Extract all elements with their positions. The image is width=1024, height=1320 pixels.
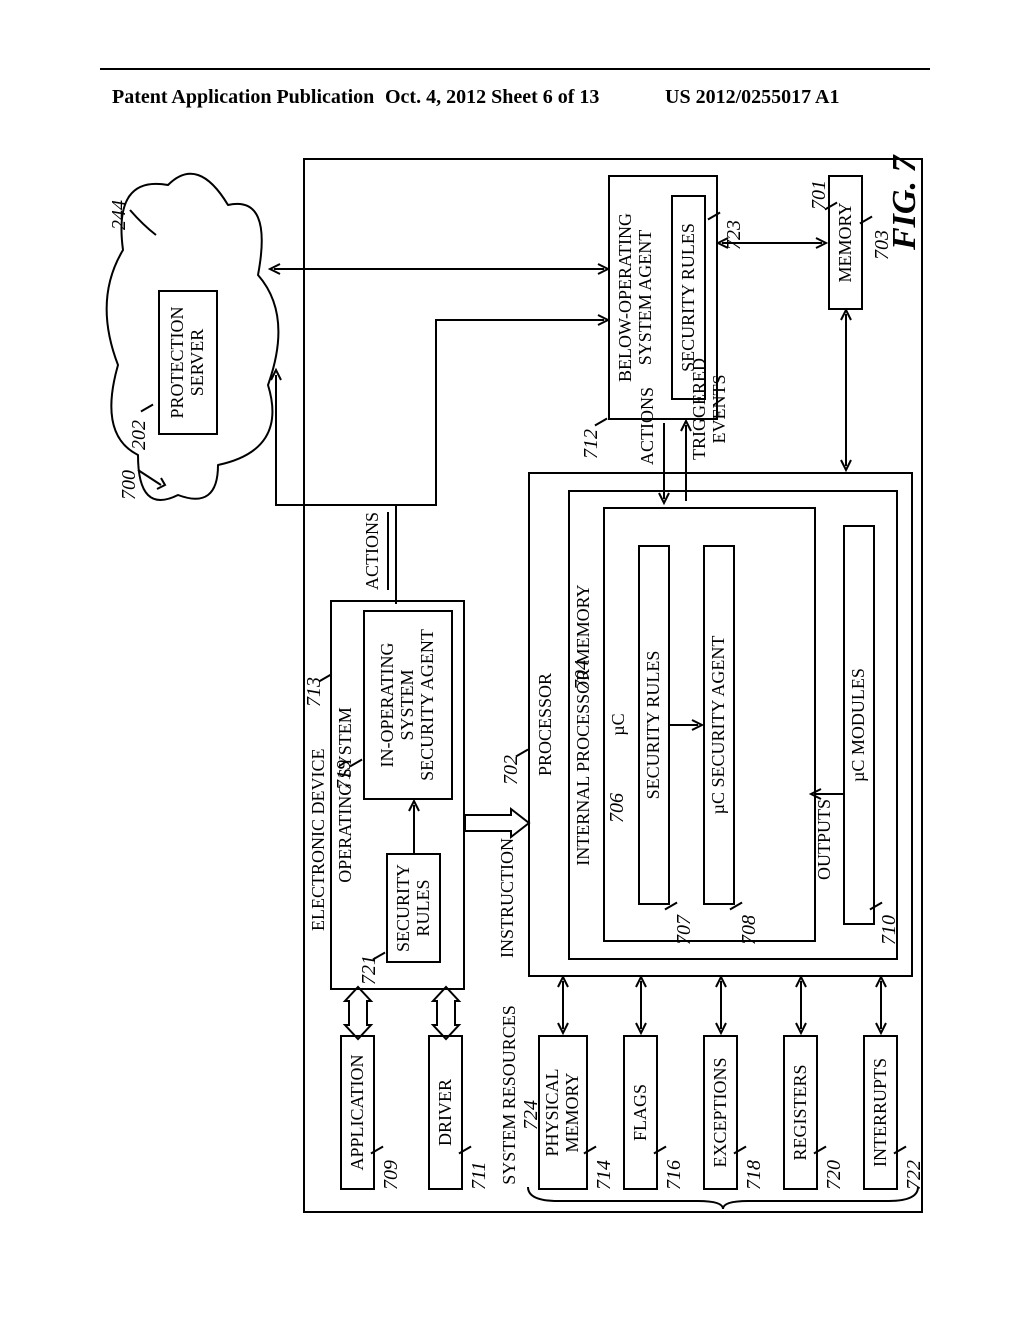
dar-714 xyxy=(557,975,569,1035)
uc-security-agent-box: µC SECURITY AGENT xyxy=(703,545,735,905)
operating-system-label: OPERATING SYSTEM xyxy=(336,707,356,883)
diagram-stage: PROTECTION SERVER 202 244 700 ELECTRONIC… xyxy=(108,155,928,1215)
ref-702: 702 xyxy=(500,755,523,785)
ref-202: 202 xyxy=(128,420,151,450)
uc-label: µC xyxy=(609,713,629,735)
ref-718: 718 xyxy=(743,1160,766,1190)
flags-label: FLAGS xyxy=(631,1084,651,1141)
processor-label: PROCESSOR xyxy=(536,673,556,776)
diagram-inner: PROTECTION SERVER 202 244 700 ELECTRONIC… xyxy=(108,155,928,1215)
ref-722: 722 xyxy=(903,1160,926,1190)
actions-below-label: ACTIONS xyxy=(638,387,658,465)
uc-security-agent-label: µC SECURITY AGENT xyxy=(709,636,729,815)
dar-716 xyxy=(635,975,647,1035)
instruction-label: INSTRUCTION xyxy=(498,838,518,958)
application-label: APPLICATION xyxy=(348,1055,368,1171)
ref-709: 709 xyxy=(380,1160,403,1190)
driver-label: DRIVER xyxy=(436,1079,456,1146)
ref-713: 713 xyxy=(303,677,326,707)
physical-memory-label: PHYSICAL MEMORY xyxy=(543,1069,583,1157)
arrow-rules-to-agent xyxy=(408,798,420,853)
exceptions-box: EXCEPTIONS xyxy=(703,1035,738,1190)
actions-label: ACTIONS xyxy=(363,512,383,590)
uc-security-rules-label: SECURITY RULES xyxy=(644,651,664,800)
arrow-triggered xyxy=(680,417,692,505)
memory-box: MEMORY xyxy=(828,175,863,310)
registers-label: REGISTERS xyxy=(791,1065,811,1161)
interrupts-box: INTERRUPTS xyxy=(863,1035,898,1190)
header-right: US 2012/0255017 A1 xyxy=(665,86,839,109)
routing-actions xyxy=(386,310,616,600)
open-arrow-app xyxy=(345,985,371,1035)
protection-server-box: PROTECTION SERVER xyxy=(158,290,218,435)
dar-718 xyxy=(715,975,727,1035)
ref-704: 704 xyxy=(571,660,594,690)
dar-722 xyxy=(875,975,887,1035)
arrow-actions-below xyxy=(658,417,670,505)
arrow-outputs xyxy=(811,788,846,800)
in-os-agent-label: IN-OPERATING SYSTEM SECURITY AGENT xyxy=(378,629,437,781)
exceptions-label: EXCEPTIONS xyxy=(711,1058,731,1168)
security-rules-os-box: SECURITY RULES xyxy=(386,853,441,963)
figure-label: FIG. 7 xyxy=(886,156,924,250)
protection-server-label: PROTECTION SERVER xyxy=(168,307,208,419)
header-left: Patent Application Publication xyxy=(112,86,374,109)
flags-box: FLAGS xyxy=(623,1035,658,1190)
arrow-707-708 xyxy=(670,719,705,731)
lead-244 xyxy=(128,195,168,225)
system-resources-label: SYSTEM RESOURCES xyxy=(500,1005,520,1185)
ref-711: 711 xyxy=(468,1161,491,1190)
ref-706: 706 xyxy=(606,793,629,823)
uc-modules-box: µC MODULES xyxy=(843,525,875,925)
lead-700 xyxy=(136,455,166,480)
registers-box: REGISTERS xyxy=(783,1035,818,1190)
ref-720: 720 xyxy=(823,1160,846,1190)
ref-714: 714 xyxy=(593,1160,616,1190)
header-center: Oct. 4, 2012 Sheet 6 of 13 xyxy=(385,86,599,109)
open-arrow-driver xyxy=(433,985,459,1035)
ref-710: 710 xyxy=(878,915,901,945)
physical-memory-box: PHYSICAL MEMORY xyxy=(538,1035,588,1190)
arrow-proc-mem xyxy=(840,307,852,472)
arrow-belowos-cloud xyxy=(268,263,610,275)
interrupts-label: INTERRUPTS xyxy=(871,1058,891,1167)
ref-708: 708 xyxy=(738,915,761,945)
uc-security-rules-box: SECURITY RULES xyxy=(638,545,670,905)
outputs-label: OUTPUTS xyxy=(815,799,835,880)
below-os-rules-label: SECURITY RULES xyxy=(679,223,699,372)
ref-721: 721 xyxy=(358,955,381,985)
security-rules-os-label: SECURITY RULES xyxy=(394,864,434,952)
header-rule xyxy=(100,68,930,70)
in-os-agent-box: IN-OPERATING SYSTEM SECURITY AGENT xyxy=(363,610,453,800)
application-box: APPLICATION xyxy=(340,1035,375,1190)
uc-modules-label: µC MODULES xyxy=(849,668,869,782)
arrow-below-to-mem xyxy=(718,237,830,249)
driver-box: DRIVER xyxy=(428,1035,463,1190)
internal-proc-mem-label: INTERNAL PROCESSOR MEMORY xyxy=(574,584,594,865)
triggered-events-label: TRIGGERED EVENTS xyxy=(690,358,730,460)
open-arrow-instruction xyxy=(465,809,531,837)
electronic-device-label: ELECTRONIC DEVICE xyxy=(309,749,329,931)
dar-720 xyxy=(795,975,807,1035)
memory-label: MEMORY xyxy=(836,203,856,283)
below-os-agent-label: BELOW-OPERATING SYSTEM AGENT xyxy=(616,213,656,382)
ref-707: 707 xyxy=(673,915,696,945)
ref-716: 716 xyxy=(663,1160,686,1190)
